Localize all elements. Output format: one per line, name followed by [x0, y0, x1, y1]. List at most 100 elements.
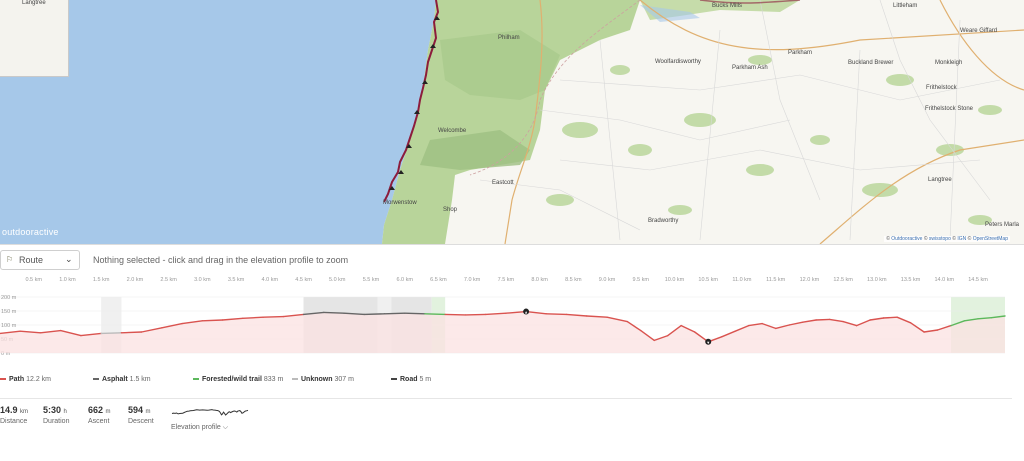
elevation-line-segment [545, 313, 568, 316]
x-tick-label: 5.5 km [363, 277, 380, 283]
x-tick-label: 3.0 km [194, 277, 211, 283]
x-tick-label: 13.5 km [901, 277, 921, 283]
place-label: Weare Giffard [960, 28, 998, 34]
x-tick-label: 4.5 km [295, 277, 312, 283]
stat-unit: m [105, 409, 111, 415]
x-tick-label: 1.5 km [93, 277, 110, 283]
elevation-line-segment [201, 319, 224, 322]
x-tick-label: 10.5 km [698, 277, 718, 283]
legend-item-path: Path 12.2 km [0, 376, 51, 383]
elevation-area [0, 311, 1005, 353]
map-view[interactable]: Langtree Bucks Mills Littleham Weare Gif… [0, 0, 1024, 244]
lowest-point-glyph: ▼ [706, 340, 710, 345]
stat-descent: 594 m Descent [128, 405, 154, 425]
x-tick-label: 14.0 km [935, 277, 955, 283]
place-label: Peters Marla [985, 222, 1020, 228]
legend-item-forested: Forested/wild trail 833 m [193, 376, 283, 383]
stat-unit: h [63, 409, 67, 415]
place-label: Philham [498, 35, 520, 41]
elevation-profile-toggle[interactable]: Elevation profile ⌵ [171, 405, 251, 432]
stat-label: Descent [128, 418, 154, 425]
place-label: Frithelstock [926, 85, 957, 91]
x-tick-label: 8.0 km [531, 277, 548, 283]
elevation-line-segment [363, 313, 386, 316]
y-tick-label: 200 m [1, 295, 17, 301]
attribution-link[interactable]: IGN [957, 236, 966, 242]
x-tick-label: 2.0 km [127, 277, 144, 283]
place-label: Parkham [788, 50, 813, 56]
route-dropdown-label: Route [19, 255, 44, 265]
stat-label: Distance [0, 418, 28, 425]
legend-label: Forested/wild trail [202, 376, 262, 383]
route-flag-icon: ⚐ [6, 255, 14, 264]
stat-label: Ascent [88, 418, 110, 425]
legend-label: Asphalt [102, 376, 128, 383]
x-tick-label: 7.5 km [498, 277, 515, 283]
x-tick-label: 7.0 km [464, 277, 481, 283]
stat-duration: 5:30 h Duration [43, 405, 69, 425]
place-label: Bradworthy [648, 218, 679, 224]
legend-value: 1.5 km [127, 376, 151, 383]
route-dropdown[interactable]: ⚐ Route ⌄ [0, 250, 80, 270]
elevation-panel: ⚐ Route ⌄ Nothing selected - click and d… [0, 244, 1024, 461]
x-tick-label: 9.5 km [633, 277, 650, 283]
attribution-link[interactable]: Outdooractive [891, 236, 922, 242]
legend-swatch [93, 378, 99, 381]
elevation-profile-chart[interactable]: 200 m150 m100 m50 m0 m0.5 km1.0 km1.5 km… [0, 273, 1024, 365]
x-tick-label: 11.0 km [732, 277, 752, 283]
legend-item-asphalt: Asphalt 1.5 km [93, 376, 151, 383]
x-tick-label: 8.5 km [565, 277, 582, 283]
x-tick-label: 4.0 km [262, 277, 279, 283]
x-tick-label: 9.0 km [599, 277, 616, 283]
place-label: Shop [443, 207, 458, 213]
chevron-down-icon: ⌄ [65, 254, 73, 264]
elevation-line-segment [424, 313, 446, 316]
legend-item-road: Road 5 m [391, 376, 431, 383]
x-tick-label: 6.5 km [430, 277, 447, 283]
legend-label: Path [9, 376, 25, 383]
stat-value: 662 m [88, 405, 111, 415]
x-tick-label: 1.0 km [59, 277, 76, 283]
legend-value: 12.2 km [24, 376, 52, 383]
x-tick-label: 12.5 km [833, 277, 853, 283]
stat-unit: m [145, 409, 151, 415]
y-tick-label: 100 m [1, 323, 17, 329]
map-overview-inset[interactable]: Langtree [0, 0, 69, 77]
elevation-line-segment [815, 318, 831, 321]
elevation-line-segment [323, 311, 345, 314]
elevation-line-segment [882, 316, 898, 319]
legend-swatch [193, 378, 199, 381]
place-label: Eastcott [492, 180, 514, 186]
place-label: Parkham Ash [732, 65, 768, 71]
legend-value: 833 m [261, 376, 284, 383]
x-tick-label: 13.0 km [867, 277, 887, 283]
attribution-link[interactable]: swisstopo [929, 236, 951, 242]
elevation-line-segment [444, 313, 467, 316]
place-label: Frithelstock Stone [925, 106, 974, 112]
outdooractive-logo: outdooractive [2, 227, 59, 237]
stat-distance: 14.9 km Distance [0, 405, 28, 425]
stat-label: Duration [43, 418, 70, 425]
elevation-sparkline [171, 409, 249, 416]
x-tick-label: 3.5 km [228, 277, 245, 283]
legend-value: 5 m [417, 376, 432, 383]
elevation-line-segment [262, 315, 284, 318]
x-tick-label: 6.0 km [396, 277, 413, 283]
legend-swatch [391, 378, 397, 381]
attribution-link[interactable]: OpenStreetMap [973, 236, 1008, 242]
y-tick-label: 150 m [1, 309, 17, 315]
x-tick-label: 12.0 km [800, 277, 820, 283]
elevation-line-segment [120, 331, 143, 334]
stat-value: 594 m [128, 405, 151, 415]
place-label: Welcombe [438, 128, 467, 134]
place-label: Woolfardisworthy [655, 59, 701, 65]
place-label: Morwenstow [383, 200, 417, 206]
stat-value: 5:30 h [43, 405, 67, 415]
legend-swatch [0, 378, 6, 381]
place-label: Bucks Mills [712, 3, 743, 9]
place-label: Buckland Brewer [848, 60, 894, 66]
x-tick-label: 5.0 km [329, 277, 346, 283]
elevation-line-segment [100, 332, 123, 335]
place-label: Langtree [928, 177, 952, 183]
x-tick-label: 11.5 km [766, 277, 786, 283]
